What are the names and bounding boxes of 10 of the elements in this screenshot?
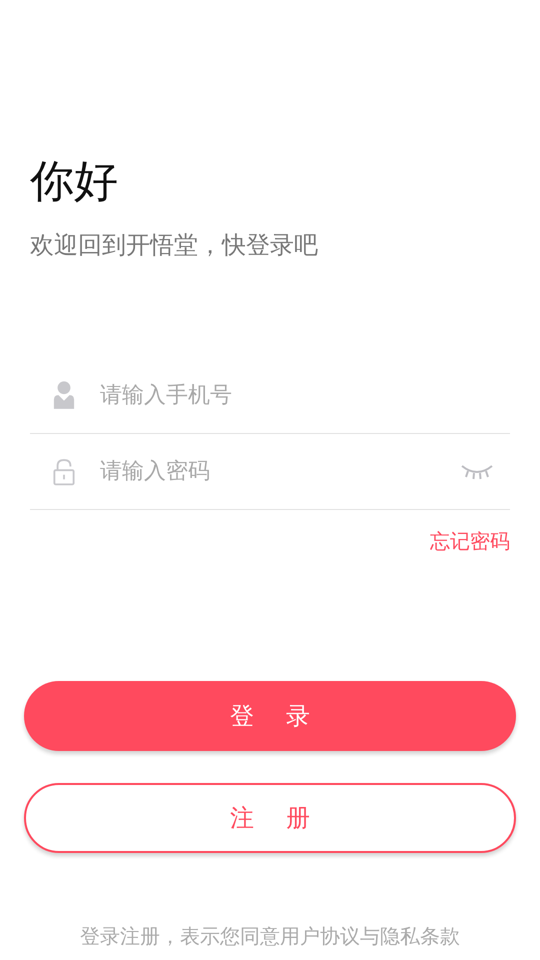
password-field[interactable]: 请输入密码 — [98, 458, 460, 485]
person-icon — [52, 380, 76, 410]
welcome-subtitle: 欢迎回到开悟堂，快登录吧 — [30, 230, 318, 261]
login-button[interactable]: 登 录 — [24, 681, 516, 751]
register-button[interactable]: 注 册 — [24, 783, 516, 853]
padlock-icon — [52, 456, 76, 486]
terms-note: 登录注册，表示您同意用户协议与隐私条款 — [80, 923, 460, 950]
phone-field[interactable]: 请输入手机号 — [98, 382, 510, 409]
forgot-password-link[interactable]: 忘记密码 — [430, 528, 510, 554]
greeting-title: 你好 — [30, 155, 118, 209]
